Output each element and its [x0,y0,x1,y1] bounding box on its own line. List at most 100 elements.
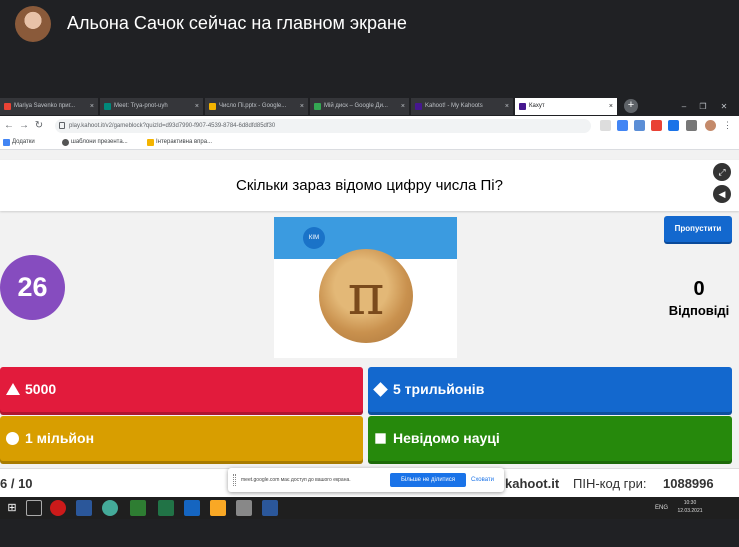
question-image: КІМ π [274,217,457,358]
answer-text: 5 трильйонів [393,381,485,397]
tab-meet[interactable]: Meet: Trya-pnot-uyh × [100,98,204,115]
slides-icon [209,103,216,110]
question-text: Скільки зараз відомо цифру числа Пі? [236,177,503,194]
bookmark-apps[interactable]: Додатки [3,136,35,149]
close-icon[interactable]: × [195,98,199,115]
reload-icon[interactable]: ↻ [33,119,45,133]
avatar [15,6,51,42]
close-icon[interactable]: × [90,98,94,115]
bookmark-icon [147,139,154,146]
presenter-title: Альона Сачок сейчас на главном экране [67,13,407,33]
back-icon[interactable]: ← [3,119,15,133]
new-tab-button[interactable]: + [624,99,638,113]
globe-icon [62,139,69,146]
bookmark-label: Інтерактивна впра... [156,139,213,145]
maximize-icon[interactable]: ❐ [695,97,711,116]
answer-text: Невідомо науці [393,430,500,446]
excel-icon[interactable] [158,500,174,516]
answers-count: 0 [693,278,705,300]
close-icon[interactable]: × [300,98,304,115]
pin-value: 1088996 [663,476,714,491]
puzzle-icon[interactable] [686,120,697,131]
answer-blue[interactable]: 5 трильйонів [368,367,732,412]
answer-green[interactable]: Невідомо науці [368,416,732,461]
tab-label: Число Пі.pptx - Google... [219,103,287,109]
time: 10:30 [683,500,697,506]
tab-label: Meet: Trya-pnot-uyh [114,103,168,109]
answer-yellow[interactable]: 1 мільйон [0,416,363,461]
clock[interactable]: 10:30 12.03.2021 [673,499,707,515]
sound-icon[interactable]: ◀ [713,185,731,203]
circle-icon [6,432,19,445]
tab-slides[interactable]: Число Пі.pptx - Google... × [205,98,309,115]
app-icon[interactable] [184,500,200,516]
screen-share-notice: meet.google.com має доступ до вашого екр… [228,468,504,492]
windows-taskbar: ⊞ ENG 10:30 12.03.2021 [0,497,739,519]
answer-text: 5000 [25,381,57,397]
meet-icon [104,103,111,110]
language-indicator[interactable]: ENG [655,497,668,519]
tab-label: Kahoot! - My Kahoots [425,103,483,109]
kahoot-icon [519,103,526,110]
tab-label: Кахут [529,103,545,109]
hide-button[interactable]: Сховати [471,468,494,492]
diamond-icon [373,382,388,397]
drag-handle-icon[interactable] [233,474,236,486]
extension-icon[interactable] [634,120,645,131]
tab-kahoot-game[interactable]: Кахут × [515,98,618,115]
menu-icon[interactable]: ⋮ [722,120,733,131]
apps-icon [3,139,10,146]
extension-icon[interactable] [651,120,662,131]
answer-red[interactable]: 5000 [0,367,363,412]
app-icon[interactable] [236,500,252,516]
tab-label: Mariya Savenko приг... [14,103,76,109]
tab-strip: Mariya Savenko приг... × Meet: Trya-pnot-… [0,97,739,116]
forward-icon[interactable]: → [18,119,30,133]
kahoot-page: Скільки зараз відомо цифру числа Пі? ⤢ ◀… [0,150,739,497]
tab-drive[interactable]: Мій диск – Google Ди... × [310,98,410,115]
date: 12.03.2021 [677,508,703,514]
meet-header: Альона Сачок сейчас на главном экране [0,0,739,97]
app-icon[interactable] [130,500,146,516]
shared-browser-window: Mariya Savenko приг... × Meet: Trya-pnot-… [0,97,739,497]
triangle-icon [6,383,20,395]
opera-icon[interactable] [50,500,66,516]
skip-button[interactable]: Пропустити [664,216,732,242]
close-icon[interactable]: × [609,98,613,115]
share-notice-text: meet.google.com має доступ до вашого екр… [241,477,351,483]
image-logo: КІМ [303,227,325,249]
close-icon[interactable]: × [401,98,405,115]
tab-label: Мій диск – Google Ди... [324,103,388,109]
extension-icon[interactable] [617,120,628,131]
bookmark-label: Додатки [12,139,35,145]
chrome-icon[interactable] [102,500,118,516]
profile-avatar[interactable] [705,120,716,131]
star-icon[interactable] [600,120,611,131]
folder-icon[interactable] [210,500,226,516]
bookmark-interactive[interactable]: Інтерактивна впра... [147,136,212,149]
drive-icon [314,103,321,110]
bookmark-label: шаблони презента... [71,139,128,145]
task-view-icon[interactable] [26,500,42,516]
tab-gmail[interactable]: Mariya Savenko приг... × [0,98,99,115]
site-label: kahoot.it [505,476,560,491]
fullscreen-icon[interactable]: ⤢ [713,163,731,181]
gmail-icon [4,103,11,110]
question-progress: 6 / 10 [0,476,33,491]
window-close-icon[interactable]: ✕ [716,97,732,116]
minimize-icon[interactable]: – [676,97,692,116]
close-icon[interactable]: × [505,98,509,115]
answer-text: 1 мільйон [25,430,95,446]
extension-icon[interactable] [668,120,679,131]
bookmark-templates[interactable]: шаблони презента... [62,136,128,149]
windows-start-icon[interactable]: ⊞ [4,500,20,516]
word-icon[interactable] [262,500,278,516]
meet-footer [0,519,739,547]
stop-sharing-button[interactable]: Більше не ділитися [390,473,466,487]
tab-kahoot-mykahoots[interactable]: Kahoot! - My Kahoots × [411,98,514,115]
browser-toolbar: ← → ↻ play.kahoot.it/v2/gameblock?quizId… [0,116,739,136]
lock-icon [59,122,65,129]
word-icon[interactable] [76,500,92,516]
address-bar[interactable]: play.kahoot.it/v2/gameblock?quizId=d93d7… [55,119,591,133]
bookmarks-bar: Додатки шаблони презента... Інтерактивна… [0,136,739,150]
